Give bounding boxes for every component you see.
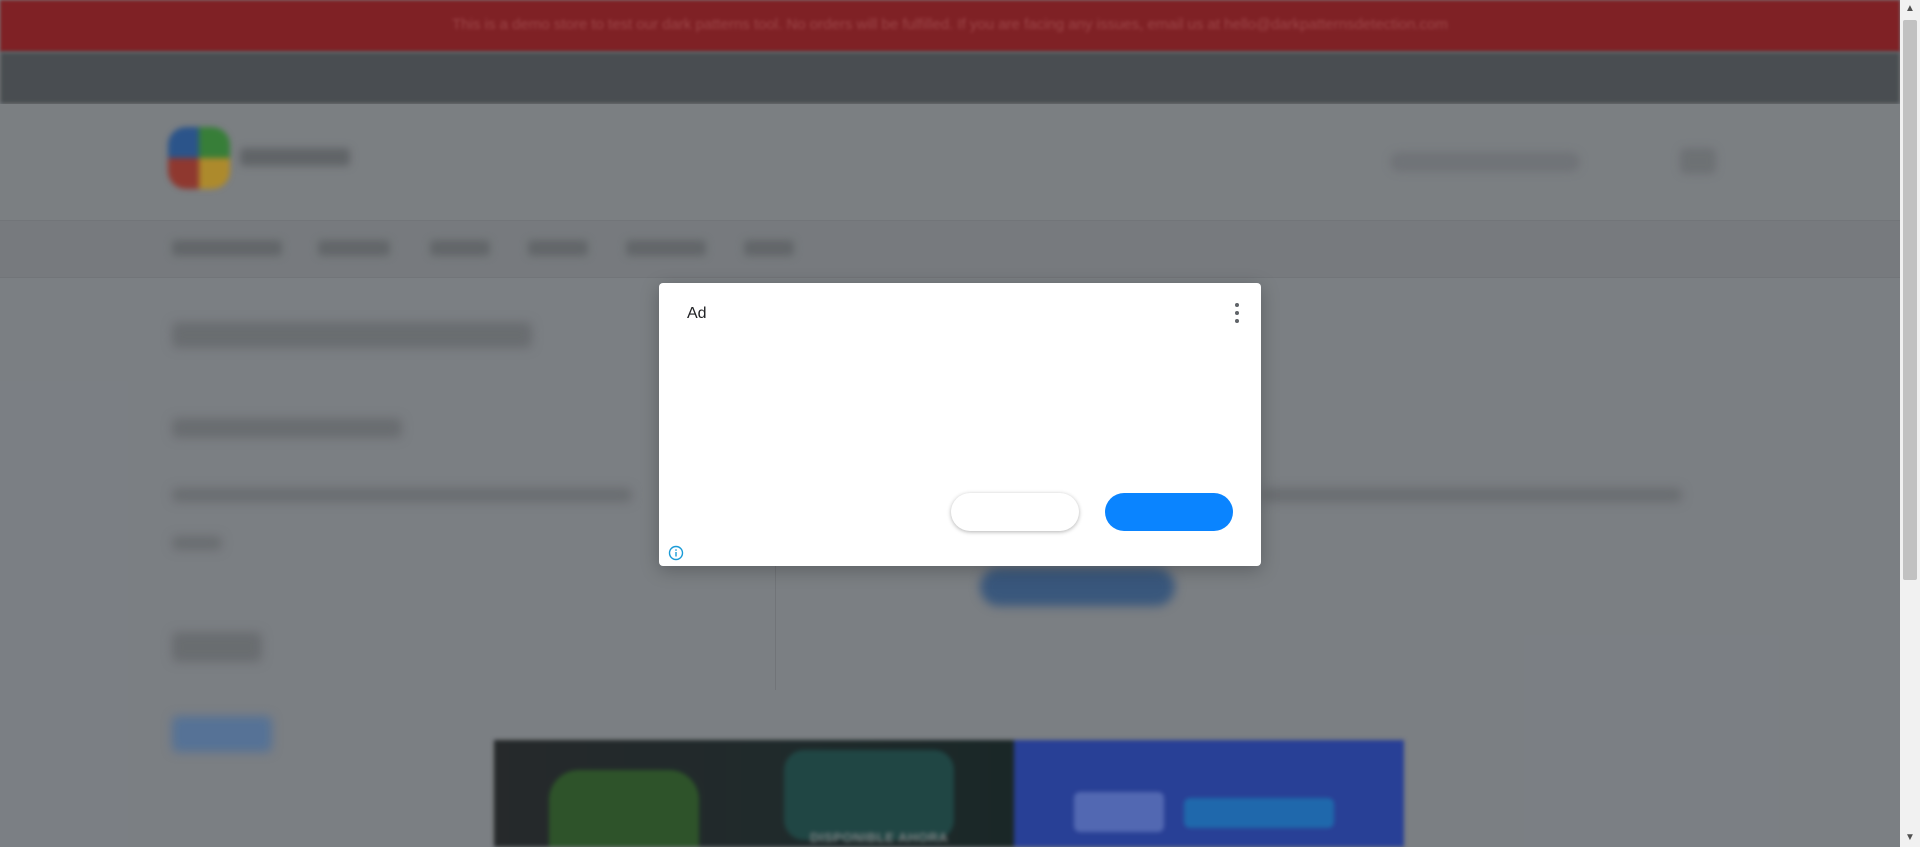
ad-primary-button[interactable] [1105, 493, 1233, 531]
info-icon[interactable] [668, 545, 684, 561]
scroll-up-arrow-icon[interactable]: ▲ [1900, 0, 1920, 18]
more-vertical-icon[interactable] [1227, 301, 1247, 329]
scroll-down-arrow-icon[interactable]: ▼ [1900, 829, 1920, 847]
ad-label: Ad [687, 305, 707, 322]
page-scrollbar[interactable]: ▲ ▼ [1900, 0, 1920, 847]
ad-dialog: Ad [659, 283, 1261, 566]
scroll-thumb[interactable] [1903, 20, 1917, 580]
ad-secondary-button[interactable] [951, 493, 1079, 531]
